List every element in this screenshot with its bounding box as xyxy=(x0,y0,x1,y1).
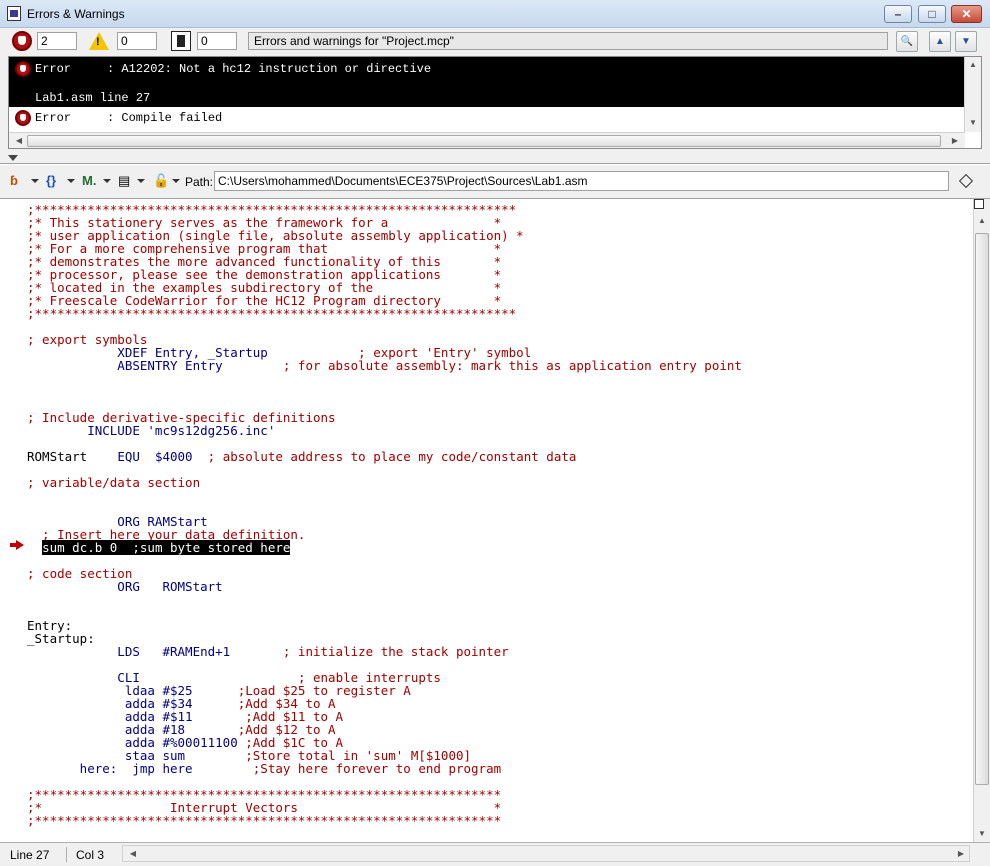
highlighted-error-line[interactable]: sum dc.b 0 ;sum byte stored here xyxy=(42,540,291,555)
error-list: Error : A12202: Not a hc12 instruction o… xyxy=(8,56,982,149)
editor-hscrollbar[interactable]: ◀ ▶ xyxy=(122,845,970,862)
file-path-field[interactable]: C:\Users\mohammed\Documents\ECE375\Proje… xyxy=(214,171,949,191)
code-line[interactable]: Entry: xyxy=(27,619,742,632)
code-line[interactable]: LDS #RAMEnd+1 ; initialize the stack poi… xyxy=(27,645,742,658)
error-icon xyxy=(15,61,31,77)
error-message: : A12202: Not a hc12 instruction or dire… xyxy=(107,62,432,76)
close-button[interactable]: ✕ xyxy=(951,5,982,23)
braces-menu-icon[interactable]: {} xyxy=(46,172,56,190)
pane-splitter[interactable] xyxy=(0,163,990,165)
scroll-down-icon[interactable]: ▼ xyxy=(974,826,990,842)
error-icon xyxy=(15,110,31,126)
scroll-left-icon[interactable]: ◀ xyxy=(125,846,141,862)
close-icon: ✕ xyxy=(961,7,972,21)
code-line[interactable] xyxy=(27,606,742,619)
hscroll-thumb[interactable] xyxy=(27,135,941,147)
window-title: Errors & Warnings xyxy=(27,7,125,21)
collapse-toggle-icon[interactable] xyxy=(8,155,18,161)
scroll-down-icon[interactable]: ▼ xyxy=(965,115,981,131)
find-icon: 🔍 xyxy=(900,36,914,47)
code-line[interactable] xyxy=(27,593,742,606)
errors-summary: Errors and warnings for "Project.mcp" xyxy=(248,32,888,50)
lock-menu-icon[interactable]: 🔓 xyxy=(153,172,169,190)
code-line[interactable] xyxy=(27,385,742,398)
status-separator xyxy=(66,847,67,862)
scroll-up-icon[interactable]: ▲ xyxy=(965,57,981,73)
split-pane-box[interactable] xyxy=(974,199,984,209)
minimize-icon: – xyxy=(894,7,902,21)
line-indicator: Line 27 xyxy=(10,848,50,862)
code-line[interactable]: ; variable/data section xyxy=(27,476,742,489)
error-kind: Error xyxy=(35,62,72,76)
code-line[interactable]: ORG ROMStart xyxy=(27,580,742,593)
code-line[interactable]: ABSENTRY Entry ; for absolute assembly: … xyxy=(27,359,742,372)
code-line[interactable]: ;***************************************… xyxy=(27,814,742,827)
error-list-vscrollbar[interactable]: ▲ ▼ xyxy=(964,57,981,132)
code-text[interactable]: ;***************************************… xyxy=(27,203,742,827)
error-kind: Error xyxy=(35,111,72,125)
error-message: : Compile failed xyxy=(107,111,223,125)
code-line[interactable]: ;***************************************… xyxy=(27,307,742,320)
chevron-down-icon[interactable] xyxy=(103,179,111,183)
error-filter-icon[interactable] xyxy=(12,31,32,51)
scroll-right-icon[interactable]: ▶ xyxy=(953,846,969,862)
code-line[interactable]: sum dc.b 0 ;sum byte stored here xyxy=(27,540,742,555)
editor-vscrollbar[interactable]: ▲ ▼ xyxy=(973,199,990,842)
editor-toolbar: ɓ {} M. ▤ 🔓 Path: C:\Users\mohammed\Docu… xyxy=(0,168,990,194)
error-list-hscrollbar[interactable]: ◀ ▶ xyxy=(9,132,965,148)
code-line[interactable] xyxy=(27,372,742,385)
chevron-down-icon[interactable] xyxy=(67,179,75,183)
warning-filter-icon[interactable] xyxy=(89,32,109,50)
error-location: Lab1.asm line 27 xyxy=(35,91,151,105)
code-line[interactable] xyxy=(27,489,742,502)
code-line[interactable]: ROMStart EQU $4000 ; absolute address to… xyxy=(27,450,742,463)
error-count: 2 xyxy=(37,32,77,50)
chevron-down-icon[interactable] xyxy=(172,179,180,183)
info-filter-icon[interactable] xyxy=(171,31,191,51)
title-bar: Errors & Warnings – □ ✕ xyxy=(0,0,990,28)
info-count: 0 xyxy=(197,32,237,50)
document-menu-icon[interactable]: ▤ xyxy=(118,172,130,190)
function-menu-icon[interactable]: ɓ xyxy=(10,172,18,190)
chevron-down-icon[interactable] xyxy=(31,179,39,183)
arrow-up-icon: ▲ xyxy=(935,36,945,47)
vscroll-thumb[interactable] xyxy=(975,233,989,785)
status-bar: Line 27 Col 3 ◀ ▶ xyxy=(0,842,990,866)
scroll-right-icon[interactable]: ▶ xyxy=(947,133,963,148)
maximize-button[interactable]: □ xyxy=(918,5,946,23)
code-line[interactable]: here: jmp here ;Stay here forever to end… xyxy=(27,762,742,775)
find-button[interactable]: 🔍 xyxy=(896,31,918,52)
arrow-down-icon: ▼ xyxy=(961,36,971,47)
code-line[interactable]: INCLUDE 'mc9s12dg256.inc' xyxy=(27,424,742,437)
code-line[interactable] xyxy=(27,554,742,567)
app-icon xyxy=(7,6,21,21)
code-editor[interactable]: ;***************************************… xyxy=(0,198,990,842)
warning-count: 0 xyxy=(117,32,157,50)
scroll-left-icon[interactable]: ◀ xyxy=(11,133,27,148)
markers-menu-icon[interactable]: M. xyxy=(82,172,96,190)
errors-toolbar: 2 0 0 Errors and warnings for "Project.m… xyxy=(0,29,990,54)
path-label: Path: xyxy=(185,175,214,189)
previous-error-button[interactable]: ▲ xyxy=(929,31,951,52)
current-line-arrow-icon xyxy=(10,540,24,550)
next-error-button[interactable]: ▼ xyxy=(955,31,977,52)
minimize-button[interactable]: – xyxy=(884,5,912,23)
column-indicator: Col 3 xyxy=(76,848,105,862)
scroll-up-icon[interactable]: ▲ xyxy=(974,213,990,229)
chevron-down-icon[interactable] xyxy=(137,179,145,183)
maximize-icon: □ xyxy=(928,7,936,21)
